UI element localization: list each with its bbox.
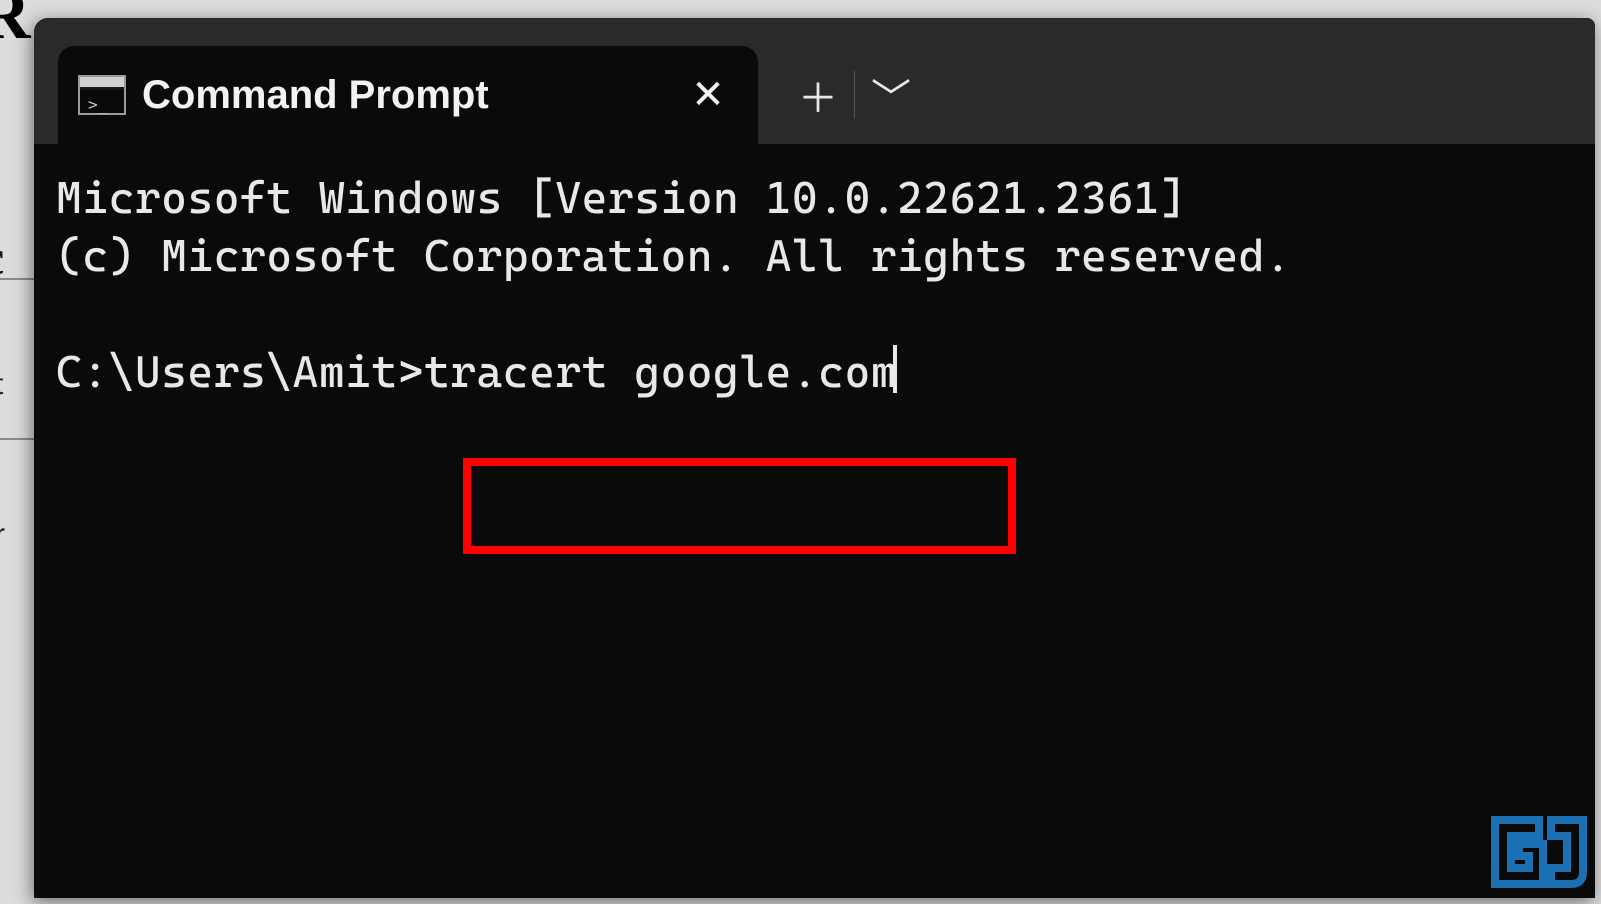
tab-title: Command Prompt xyxy=(142,73,668,118)
background-text-fragment: r xyxy=(0,518,5,552)
tab-dropdown-button[interactable]: ﹀ xyxy=(855,46,927,144)
background-divider xyxy=(0,438,36,440)
new-tab-button[interactable]: ＋ xyxy=(782,46,854,144)
terminal-line: (c) Microsoft Corporation. All rights re… xyxy=(56,231,1291,282)
background-text-fragment: t xyxy=(0,368,3,402)
plus-icon: ＋ xyxy=(798,66,838,124)
terminal-line: Microsoft Windows [Version 10.0.22621.23… xyxy=(56,173,1186,224)
tab-command-prompt[interactable]: >_ Command Prompt ✕ xyxy=(58,46,758,144)
text-cursor xyxy=(893,345,897,393)
gj-watermark-logo xyxy=(1491,816,1587,888)
titlebar: >_ Command Prompt ✕ ＋ ﹀ xyxy=(34,18,1595,144)
terminal-command-input[interactable]: tracert google.com xyxy=(424,347,897,398)
close-tab-button[interactable]: ✕ xyxy=(684,71,732,119)
background-divider xyxy=(0,278,36,280)
background-text-fragment: R xyxy=(0,0,31,56)
annotation-highlight-box xyxy=(463,458,1016,554)
command-prompt-icon: >_ xyxy=(78,75,126,115)
chevron-down-icon: ﹀ xyxy=(871,66,911,124)
titlebar-actions: ＋ ﹀ xyxy=(758,46,927,144)
terminal-output-area[interactable]: Microsoft Windows [Version 10.0.22621.23… xyxy=(34,144,1595,602)
terminal-window: >_ Command Prompt ✕ ＋ ﹀ Microsoft Window… xyxy=(34,18,1595,898)
terminal-prompt: C:\Users\Amit> xyxy=(56,347,424,398)
